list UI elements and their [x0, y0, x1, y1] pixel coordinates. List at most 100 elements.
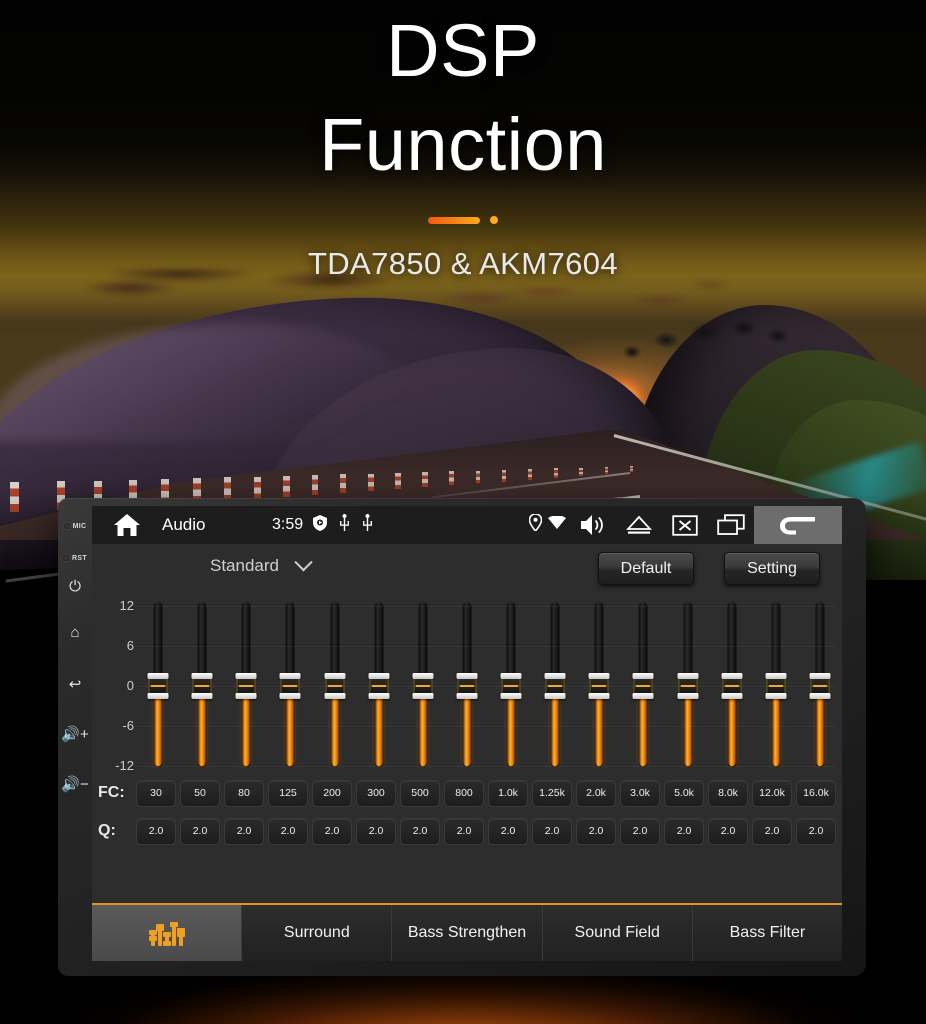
volume-up-button-glyph: 🔊+ — [61, 726, 89, 743]
fc-cell[interactable]: 125 — [268, 779, 308, 807]
fc-cell[interactable]: 16.0k — [796, 779, 836, 807]
gridline — [136, 686, 836, 687]
slider-fill — [375, 688, 383, 766]
equalizer-icon-bar — [155, 924, 164, 946]
back-button[interactable]: ↩ — [58, 676, 92, 694]
axis-label: 0 — [126, 678, 134, 693]
thumb-bar-bottom — [279, 693, 301, 699]
slider-fill — [507, 688, 515, 766]
gridline — [136, 606, 836, 607]
hero-block: DSP Function TDA7850 & AKM7604 — [0, 0, 926, 282]
equalizer-icon-bar — [162, 932, 171, 946]
q-cell[interactable]: 2.0 — [400, 817, 440, 845]
q-cell[interactable]: 2.0 — [268, 817, 308, 845]
q-cell[interactable]: 2.0 — [444, 817, 484, 845]
volume-down-button-glyph: 🔊− — [61, 776, 89, 793]
volume-up-button[interactable]: 🔊+ — [58, 726, 92, 744]
multi-window-icon[interactable] — [708, 506, 754, 544]
q-cell[interactable]: 2.0 — [664, 817, 704, 845]
mic-indicator-led — [63, 523, 70, 529]
thumb-bar-bottom — [147, 693, 169, 699]
setting-button[interactable]: Setting — [724, 552, 820, 585]
close-box-icon[interactable] — [662, 506, 708, 544]
back-arrow-icon[interactable] — [754, 506, 842, 544]
location-wifi-group — [528, 513, 566, 536]
fc-cell[interactable]: 8.0k — [708, 779, 748, 807]
gridline — [136, 646, 836, 647]
slider-fill — [463, 688, 471, 766]
chevron-down-icon — [294, 552, 313, 571]
volume-icon[interactable] — [570, 506, 616, 544]
wifi-icon — [548, 514, 566, 535]
mic-indicator-label: MIC — [72, 522, 87, 530]
fc-row-label: FC: — [98, 784, 125, 801]
home-icon[interactable] — [92, 512, 162, 538]
q-cell[interactable]: 2.0 — [488, 817, 528, 845]
tab-bass-filter-label: Bass Filter — [729, 924, 806, 941]
fc-cell[interactable]: 12.0k — [752, 779, 792, 807]
tab-surround[interactable]: Surround — [242, 905, 393, 961]
preset-dropdown[interactable]: Standard — [210, 552, 313, 576]
fc-cell[interactable]: 50 — [180, 779, 220, 807]
axis-label: -6 — [122, 718, 134, 733]
preset-toolbar: Standard Default Setting — [92, 544, 842, 598]
shield-icon — [313, 514, 328, 536]
q-cell[interactable]: 2.0 — [180, 817, 220, 845]
q-cell[interactable]: 2.0 — [752, 817, 792, 845]
hero-title-line2: Function — [319, 103, 607, 186]
q-cell[interactable]: 2.0 — [620, 817, 660, 845]
fc-cell[interactable]: 200 — [312, 779, 352, 807]
fc-cell[interactable]: 80 — [224, 779, 264, 807]
q-cell[interactable]: 2.0 — [796, 817, 836, 845]
power-button-glyph: ⏻ — [69, 578, 81, 595]
q-cell[interactable]: 2.0 — [708, 817, 748, 845]
q-cell[interactable]: 2.0 — [312, 817, 352, 845]
fc-cell[interactable]: 5.0k — [664, 779, 704, 807]
fc-cell[interactable]: 30 — [136, 779, 176, 807]
slider-fill — [684, 688, 692, 766]
q-row: Q: 2.0 2.0 2.0 2.0 2.0 2.0 2.0 2.0 2.0 2.0 2.0 2.0 2… — [92, 814, 842, 848]
tab-bass-strengthen[interactable]: Bass Strengthen — [392, 905, 543, 961]
q-cell[interactable]: 2.0 — [532, 817, 572, 845]
reset-indicator-label: RST — [72, 554, 87, 562]
tab-bass-filter[interactable]: Bass Filter — [692, 905, 842, 961]
fc-cell[interactable]: 2.0k — [576, 779, 616, 807]
hero-subtitle: TDA7850 & AKM7604 — [307, 246, 619, 281]
home-button[interactable]: ⌂ — [58, 624, 92, 642]
reset-indicator: RST — [58, 548, 92, 566]
q-cell[interactable]: 2.0 — [136, 817, 176, 845]
tab-sound-field-label: Sound Field — [574, 924, 660, 941]
fc-cell[interactable]: 3.0k — [620, 779, 660, 807]
tab-equalizer[interactable] — [92, 905, 243, 961]
q-cell[interactable]: 2.0 — [356, 817, 396, 845]
fc-cell[interactable]: 500 — [400, 779, 440, 807]
eject-icon[interactable] — [616, 506, 662, 544]
q-row-label: Q: — [98, 822, 116, 839]
home-button-glyph: ⌂ — [70, 624, 80, 641]
fc-cell[interactable]: 1.25k — [532, 779, 572, 807]
location-pin-icon — [528, 513, 543, 536]
power-button[interactable]: ⏻ — [58, 578, 92, 596]
mic-indicator: MIC — [58, 516, 92, 534]
fc-cell[interactable]: 1.0k — [488, 779, 528, 807]
slider-fill — [198, 688, 206, 766]
tab-bass-strengthen-label: Bass Strengthen — [407, 924, 527, 941]
tab-sound-field[interactable]: Sound Field — [542, 905, 693, 961]
slider-fill — [331, 688, 339, 766]
slider-fill — [551, 688, 559, 766]
reset-indicator-led — [63, 555, 70, 561]
fc-cell[interactable]: 800 — [444, 779, 484, 807]
q-cells: 2.0 2.0 2.0 2.0 2.0 2.0 2.0 2.0 2.0 2.0 2.0 2.0 2.0 2… — [136, 817, 842, 845]
default-button[interactable]: Default — [598, 552, 694, 585]
axis-label: 12 — [119, 598, 134, 613]
slider-fill — [286, 688, 294, 766]
q-cell[interactable]: 2.0 — [576, 817, 616, 845]
slider-fill — [728, 688, 736, 766]
thumb-bar-bottom — [588, 693, 610, 699]
volume-down-button[interactable]: 🔊− — [58, 776, 92, 794]
fc-cell[interactable]: 300 — [356, 779, 396, 807]
equalizer-panel: 12 6 0 -6 -12 FC: 30 50 80 125 200 300 500 800 1.0k 1… — [92, 598, 842, 868]
q-cell[interactable]: 2.0 — [224, 817, 264, 845]
divider-dash — [428, 216, 480, 224]
slider-fill — [816, 688, 824, 766]
